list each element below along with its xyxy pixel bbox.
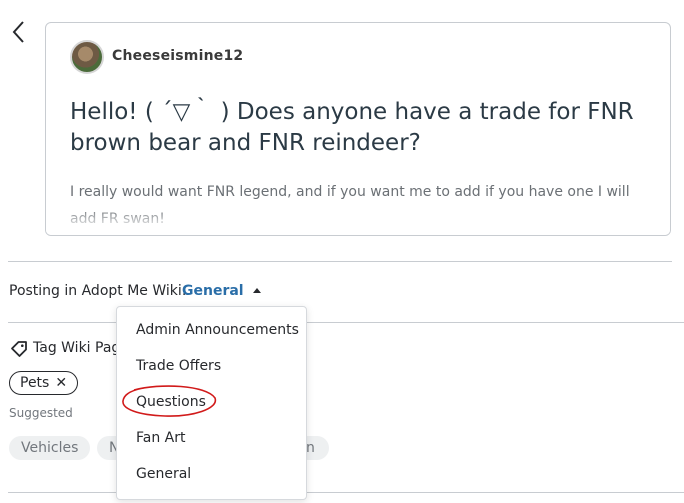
dropdown-option-general[interactable]: General [136, 466, 191, 482]
category-dropdown-menu: Admin Announcements Trade Offers Questio… [116, 306, 307, 500]
tag-wiki-page-label: Tag Wiki Page [33, 340, 129, 356]
divider-bottom [8, 492, 684, 493]
tag-icon [11, 341, 27, 357]
body-fade-overlay [46, 207, 670, 235]
post-preview-card: Cheeseismine12 Hello! ( ´▽｀ ) Does anyon… [45, 22, 671, 236]
tag-pill-label: Pets [20, 375, 50, 391]
selected-tag-pets[interactable]: Pets ✕ [9, 371, 79, 395]
close-icon[interactable]: ✕ [55, 375, 67, 391]
dropdown-option-fan-art[interactable]: Fan Art [136, 430, 186, 446]
post-title: Hello! ( ´▽｀ ) Does anyone have a trade … [70, 99, 634, 156]
divider-middle [8, 322, 684, 323]
back-chevron-icon[interactable] [8, 18, 30, 46]
dropdown-option-trade-offers[interactable]: Trade Offers [136, 358, 221, 374]
author-name[interactable]: Cheeseismine12 [112, 48, 243, 64]
category-selected-value: General [182, 283, 244, 299]
caret-up-icon [252, 288, 261, 293]
divider-top [8, 261, 672, 262]
author-avatar[interactable] [70, 40, 104, 74]
dropdown-option-admin-announcements[interactable]: Admin Announcements [136, 322, 299, 338]
category-select[interactable]: General [182, 283, 261, 299]
dropdown-option-questions[interactable]: Questions [136, 394, 206, 410]
suggested-tag-vehicles[interactable]: Vehicles [9, 436, 91, 460]
posting-in-label: Posting in Adopt Me Wiki: [9, 283, 187, 299]
suggested-label: Suggested [9, 406, 73, 420]
